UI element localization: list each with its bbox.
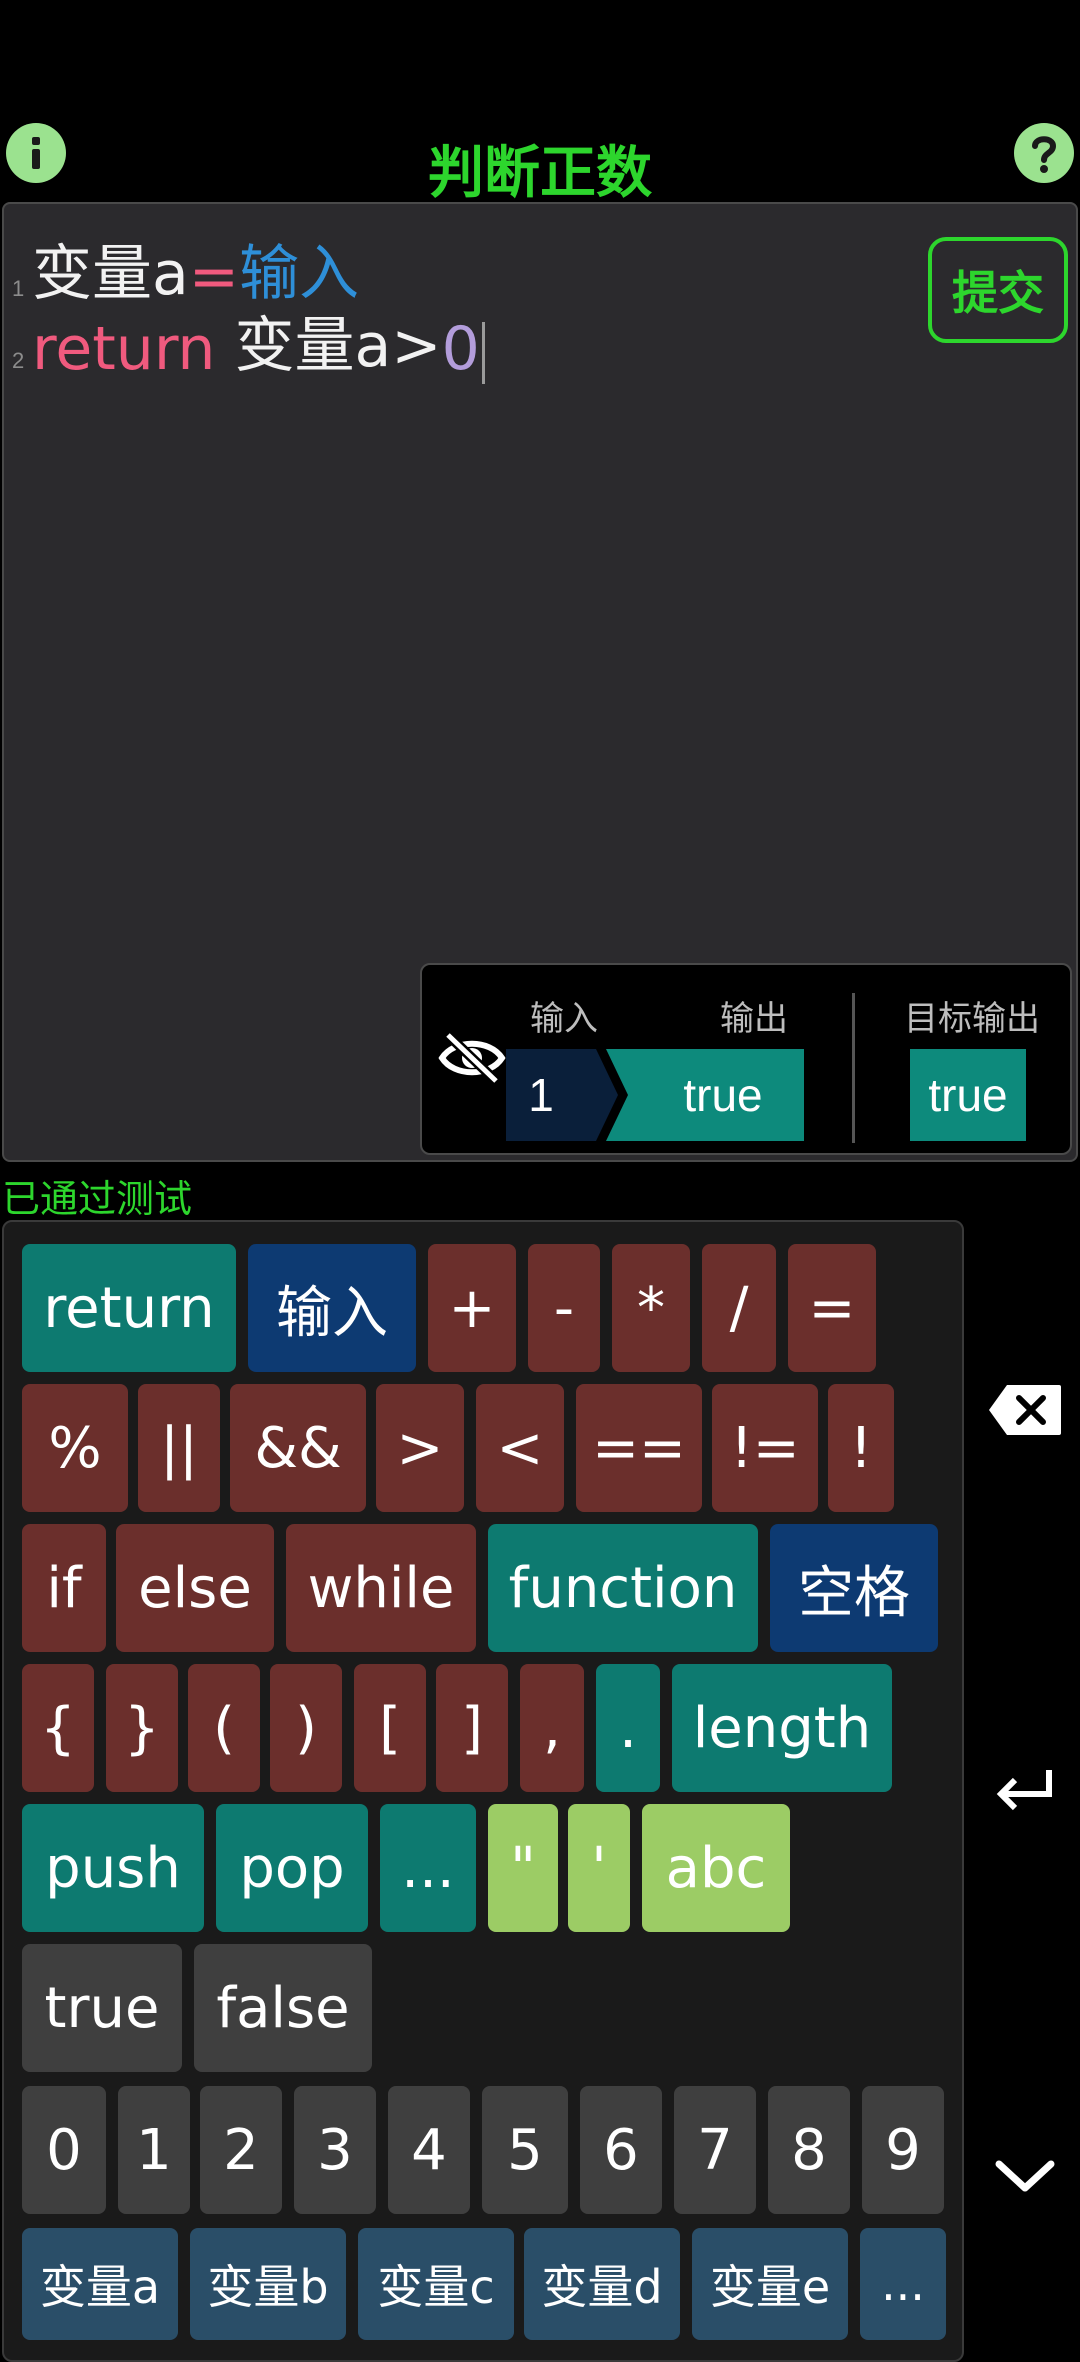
key-left-bracket[interactable]: [ [354, 1664, 426, 1792]
key-right-bracket[interactable]: ] [436, 1664, 508, 1792]
key-variable-b[interactable]: 变量b [190, 2228, 346, 2340]
text-cursor [481, 322, 485, 384]
eye-off-icon [438, 1031, 506, 1085]
key-single-quote[interactable]: ' [568, 1804, 630, 1932]
visibility-toggle[interactable] [436, 1027, 508, 1089]
key-double-quote[interactable]: " [488, 1804, 558, 1932]
key-abc[interactable]: abc [642, 1804, 790, 1932]
key-pop[interactable]: pop [216, 1804, 368, 1932]
key-variable-c[interactable]: 变量c [358, 2228, 514, 2340]
key-or[interactable]: || [138, 1384, 220, 1512]
line-number: 2 [12, 348, 25, 373]
key-not-equal[interactable]: != [712, 1384, 818, 1512]
key-variable-e[interactable]: 变量e [692, 2228, 848, 2340]
key-variable-d[interactable]: 变量d [524, 2228, 680, 2340]
help-button[interactable] [1014, 123, 1074, 183]
key-not[interactable]: ! [828, 1384, 894, 1512]
key-equals[interactable]: = [788, 1244, 876, 1372]
input-label: 输入 [530, 999, 598, 1039]
key-modulo[interactable]: % [22, 1384, 128, 1512]
key-false[interactable]: false [194, 1944, 372, 2072]
key-while[interactable]: while [286, 1524, 476, 1652]
code-token: 变量a [32, 239, 189, 309]
input-value: 1 [528, 1069, 554, 1121]
code-keyboard: return 输入 + - * / = % || && > < == != ! … [2, 1220, 964, 2362]
key-digit-0[interactable]: 0 [22, 2086, 106, 2214]
target-output-label: 目标输出 [904, 999, 1040, 1039]
enter-icon [996, 1770, 1052, 1811]
key-digit-4[interactable]: 4 [388, 2086, 470, 2214]
chevron-down-icon [995, 2160, 1055, 2192]
io-panel: 输入 输出 目标输出 1 true true [420, 963, 1072, 1155]
key-push[interactable]: push [22, 1804, 204, 1932]
code-line-2[interactable]: 2 return 变量a> 0 [12, 311, 485, 384]
output-value: true [683, 1069, 763, 1121]
key-and[interactable]: && [230, 1384, 366, 1512]
key-space[interactable]: 空格 [770, 1524, 938, 1652]
key-left-paren[interactable]: ( [188, 1664, 260, 1792]
key-plus[interactable]: + [428, 1244, 516, 1372]
key-function[interactable]: function [488, 1524, 758, 1652]
key-digit-1[interactable]: 1 [118, 2086, 190, 2214]
target-output-value: true [910, 1049, 1026, 1141]
backspace-icon [989, 1385, 1061, 1435]
key-minus[interactable]: - [528, 1244, 600, 1372]
backspace-button[interactable] [980, 1370, 1070, 1450]
key-greater[interactable]: > [376, 1384, 464, 1512]
key-input[interactable]: 输入 [248, 1244, 416, 1372]
key-digit-8[interactable]: 8 [768, 2086, 850, 2214]
code-token: return [32, 314, 216, 384]
key-right-paren[interactable]: ) [270, 1664, 342, 1792]
key-digit-7[interactable]: 7 [674, 2086, 756, 2214]
key-return[interactable]: return [22, 1244, 236, 1372]
test-status: 已通过测试 [2, 1177, 193, 1221]
key-else[interactable]: else [116, 1524, 274, 1652]
key-more-variables[interactable]: ... [860, 2228, 946, 2340]
key-multiply[interactable]: * [612, 1244, 690, 1372]
key-digit-2[interactable]: 2 [200, 2086, 282, 2214]
collapse-keyboard-button[interactable] [980, 2136, 1070, 2216]
key-digit-3[interactable]: 3 [294, 2086, 376, 2214]
key-variable-a[interactable]: 变量a [22, 2228, 178, 2340]
submit-button[interactable]: 提交 [928, 237, 1068, 343]
key-dot[interactable]: . [596, 1664, 660, 1792]
enter-button[interactable] [980, 1750, 1070, 1830]
output-label: 输出 [720, 999, 788, 1039]
key-true[interactable]: true [22, 1944, 182, 2072]
key-digit-6[interactable]: 6 [580, 2086, 662, 2214]
key-left-brace[interactable]: { [22, 1664, 94, 1792]
line-number: 1 [12, 276, 25, 301]
key-equal-equal[interactable]: == [576, 1384, 702, 1512]
key-spread[interactable]: ... [380, 1804, 476, 1932]
io-divider [852, 993, 855, 1143]
key-digit-9[interactable]: 9 [862, 2086, 944, 2214]
key-digit-5[interactable]: 5 [482, 2086, 568, 2214]
key-if[interactable]: if [22, 1524, 106, 1652]
key-divide[interactable]: / [702, 1244, 776, 1372]
key-length[interactable]: length [672, 1664, 892, 1792]
key-right-brace[interactable]: } [106, 1664, 178, 1792]
page-title: 判断正数 [428, 141, 652, 206]
key-comma[interactable]: , [520, 1664, 584, 1792]
code-token: 0 [441, 314, 480, 384]
help-icon [1032, 136, 1057, 173]
code-token: 变量a> [215, 311, 442, 381]
key-less[interactable]: < [476, 1384, 564, 1512]
